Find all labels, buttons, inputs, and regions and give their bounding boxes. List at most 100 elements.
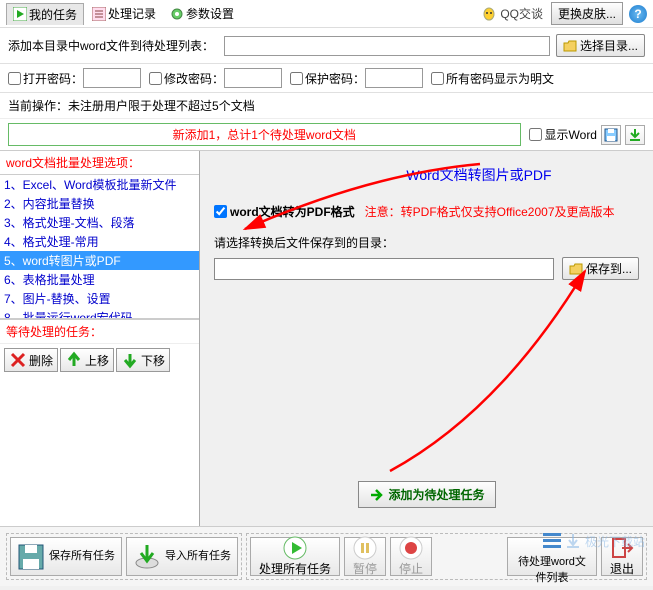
pending-task-list[interactable] (0, 376, 199, 526)
download-icon-button[interactable] (625, 125, 645, 145)
exit-label: 退出 (610, 560, 634, 577)
save-to-label: 保存到... (586, 260, 632, 277)
exit-button[interactable]: 退出 (601, 537, 643, 576)
option-item-1[interactable]: 1、Excel、Word模板批量新文件 (0, 175, 199, 194)
tab-my-tasks[interactable]: 我的任务 (6, 3, 84, 25)
open-password-input[interactable] (83, 68, 141, 88)
modify-password-input[interactable] (224, 68, 282, 88)
save-icon-button[interactable] (601, 125, 621, 145)
plain-password-item: 所有密码显示为明文 (431, 70, 554, 87)
protect-password-input[interactable] (365, 68, 423, 88)
convert-pdf-row: word文档转为PDF格式 注意：转PDF格式仅支持Office2007及更高版… (214, 203, 639, 220)
process-control-group: 处理所有任务 暂停 停止 待处理word文件列表 退出 (246, 533, 647, 580)
arrow-down-icon (121, 351, 139, 369)
top-tab-bar: 我的任务 处理记录 参数设置 QQ交谈 更换皮肤... ? (0, 0, 653, 28)
save-path-label: 请选择转换后文件保存到的目录： (214, 234, 639, 251)
option-item-8[interactable]: 8、批量运行word宏代码 (0, 308, 199, 319)
convert-pdf-checkbox[interactable] (214, 205, 227, 218)
pending-file-list-button[interactable]: 待处理word文件列表 (507, 537, 597, 576)
protect-password-item: 保护密码： (290, 68, 423, 88)
option-item-6[interactable]: 6、表格批量处理 (0, 270, 199, 289)
save-to-button[interactable]: 保存到... (562, 257, 639, 280)
left-panel: word文档批量处理选项： 1、Excel、Word模板批量新文件 2、内容批量… (0, 151, 200, 526)
exit-icon (610, 536, 634, 560)
option-list[interactable]: 1、Excel、Word模板批量新文件 2、内容批量替换 3、格式处理-文档、段… (0, 175, 199, 319)
convert-pdf-label: word文档转为PDF格式 (230, 203, 355, 220)
floppy-icon (17, 543, 45, 571)
protect-password-checkbox[interactable] (290, 72, 303, 85)
convert-pdf-note: 注意：转PDF格式仅支持Office2007及更高版本 (365, 203, 615, 220)
protect-password-label: 保护密码： (305, 70, 365, 87)
option-item-7[interactable]: 7、图片-替换、设置 (0, 289, 199, 308)
tab-process-log[interactable]: 处理记录 (86, 3, 162, 24)
panel-title: Word文档转图片或PDF (319, 165, 639, 185)
change-skin-button[interactable]: 更换皮肤... (551, 2, 623, 25)
qq-icon (481, 6, 497, 22)
move-up-button[interactable]: 上移 (60, 348, 114, 372)
add-directory-row: 添加本目录中word文件到待处理列表： 选择目录... (0, 28, 653, 64)
list-icon (540, 529, 564, 553)
status-bar: 新添加1，总计1个待处理word文档 显示Word (0, 118, 653, 150)
x-icon (9, 351, 27, 369)
qq-label: QQ交谈 (500, 5, 543, 22)
option-item-5[interactable]: 5、word转图片或PDF (0, 251, 199, 270)
skin-label: 更换皮肤... (558, 7, 616, 21)
save-all-tasks-button[interactable]: 保存所有任务 (10, 537, 122, 576)
bottom-bar: 保存所有任务 导入所有任务 处理所有任务 暂停 停止 待处理word文件列表 退… (0, 526, 653, 586)
add-task-label: 添加为待处理任务 (388, 486, 484, 503)
open-password-item: 打开密码： (8, 68, 141, 88)
delete-button[interactable]: 删除 (4, 348, 58, 372)
process-all-button[interactable]: 处理所有任务 (250, 537, 340, 576)
main-area: word文档批量处理选项： 1、Excel、Word模板批量新文件 2、内容批量… (0, 150, 653, 526)
help-icon[interactable]: ? (629, 5, 647, 23)
add-pending-task-button[interactable]: 添加为待处理任务 (357, 481, 495, 508)
show-word-label: 显示Word (545, 126, 597, 143)
current-operation: 当前操作：未注册用户限于处理不超过5个文档 (0, 93, 653, 118)
play-icon (283, 536, 307, 560)
current-op-text: 未注册用户限于处理不超过5个文档 (68, 99, 255, 113)
open-password-label: 打开密码： (23, 70, 83, 87)
open-password-checkbox[interactable] (8, 72, 21, 85)
pending-list-label: 待处理word文件列表 (516, 553, 588, 585)
qq-chat-button[interactable]: QQ交谈 (481, 5, 543, 22)
stop-label: 停止 (399, 560, 423, 577)
tab-label: 处理记录 (108, 5, 156, 22)
process-all-label: 处理所有任务 (259, 560, 331, 577)
import-all-label: 导入所有任务 (165, 550, 231, 562)
plain-password-checkbox[interactable] (431, 72, 444, 85)
floppy-icon (604, 128, 618, 142)
modify-password-label: 修改密码： (164, 70, 224, 87)
status-message: 新添加1，总计1个待处理word文档 (8, 123, 521, 146)
stop-icon (399, 536, 423, 560)
folder-icon (563, 39, 577, 53)
import-all-tasks-button[interactable]: 导入所有任务 (126, 537, 238, 576)
list-icon (92, 7, 106, 21)
option-item-3[interactable]: 3、格式处理-文档、段落 (0, 213, 199, 232)
arrow-right-icon (368, 487, 384, 503)
browse-directory-button[interactable]: 选择目录... (556, 34, 645, 57)
down-label: 下移 (141, 354, 165, 368)
option-item-4[interactable]: 4、格式处理-常用 (0, 232, 199, 251)
gear-icon (170, 7, 184, 21)
pause-button[interactable]: 暂停 (344, 537, 386, 576)
show-word-checkbox[interactable] (529, 128, 542, 141)
save-path-input[interactable] (214, 258, 554, 280)
password-row: 打开密码： 修改密码： 保护密码： 所有密码显示为明文 (0, 64, 653, 93)
option-item-2[interactable]: 2、内容批量替换 (0, 194, 199, 213)
tab-settings[interactable]: 参数设置 (164, 3, 240, 24)
directory-input[interactable] (224, 36, 550, 56)
stop-button[interactable]: 停止 (390, 537, 432, 576)
plain-password-label: 所有密码显示为明文 (446, 70, 554, 87)
add-dir-label: 添加本目录中word文件到待处理列表： (8, 37, 214, 54)
annotation-arrow-2 (380, 261, 600, 481)
arrow-up-icon (65, 351, 83, 369)
save-path-row: 保存到... (214, 257, 639, 280)
tab-label: 我的任务 (29, 6, 77, 23)
task-io-group: 保存所有任务 导入所有任务 (6, 533, 242, 580)
up-label: 上移 (85, 354, 109, 368)
save-all-label: 保存所有任务 (49, 550, 115, 562)
move-down-button[interactable]: 下移 (116, 348, 170, 372)
modify-password-checkbox[interactable] (149, 72, 162, 85)
play-icon (13, 7, 27, 21)
delete-label: 删除 (29, 354, 53, 368)
